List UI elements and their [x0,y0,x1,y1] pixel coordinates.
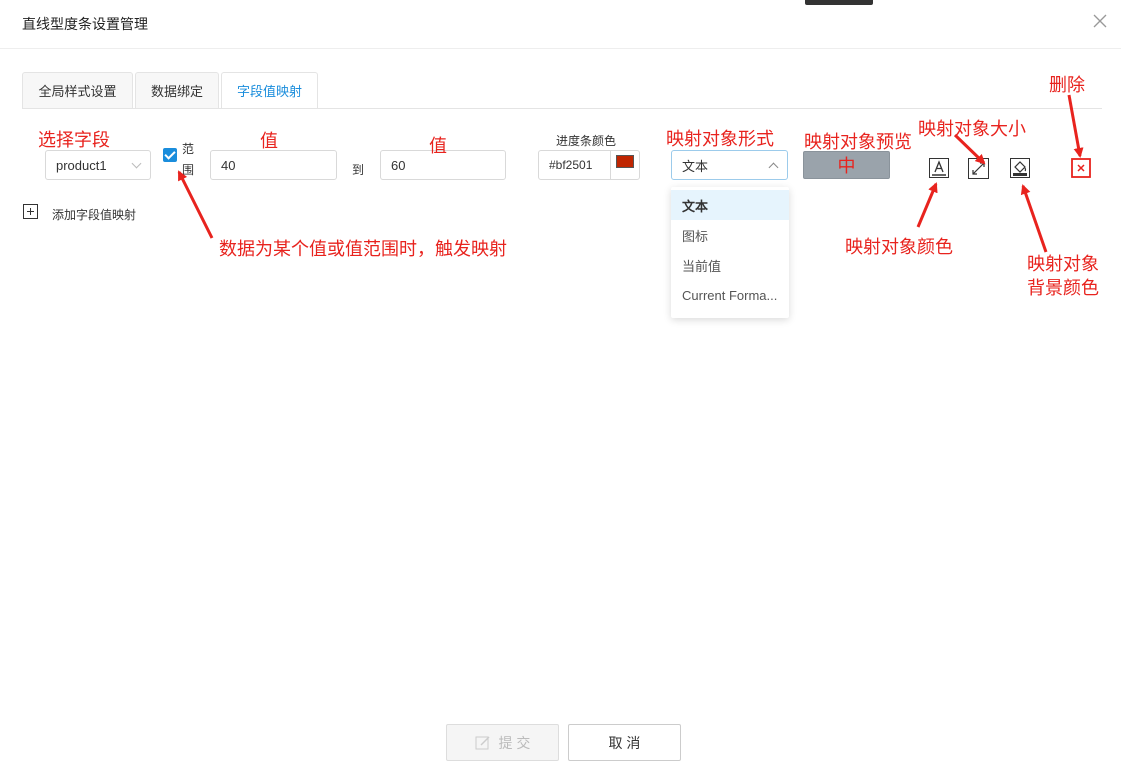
close-icon[interactable] [1091,12,1109,30]
anno-mapping-color: 映射对象颜色 [845,237,953,258]
color-divider [610,151,611,179]
anno-select-field: 选择字段 [38,130,110,151]
tab-field-mapping[interactable]: 字段值映射 [221,72,318,109]
add-mapping-label[interactable]: 添加字段值映射 [52,206,136,223]
value-from-text: 40 [221,157,236,173]
mapping-preview: 中 [803,151,890,179]
anno-delete: 删除 [1049,75,1085,96]
color-swatch[interactable] [616,155,634,168]
anno-value-1: 值 [260,131,278,152]
value-to-text: 60 [391,157,406,173]
anno-mapping-bg-1: 映射对象 [1027,254,1099,275]
chevron-up-icon [768,162,779,173]
paint-bucket-icon[interactable] [1010,158,1030,178]
anno-mapping-preview: 映射对象预览 [804,132,912,153]
tab-global-style[interactable]: 全局样式设置 [22,72,133,109]
mapping-type-dropdown: 文本 图标 当前值 Current Forma... [671,187,789,318]
range-label-2: 围 [182,163,195,177]
option-icon[interactable]: 图标 [671,220,789,250]
tab-data-binding[interactable]: 数据绑定 [135,72,219,109]
dialog-title: 直线型度条设置管理 [22,16,148,32]
anno-mapping-form: 映射对象形式 [666,129,774,150]
field-select-value: product1 [56,157,107,173]
submit-label: 提 交 [498,734,531,751]
tab-divider [22,108,1102,109]
delete-icon[interactable] [1071,158,1091,178]
anno-range-trigger: 数据为某个值或值范围时，触发映射 [219,239,507,260]
anno-mapping-bg-2: 背景颜色 [1027,278,1099,299]
submit-button[interactable]: 提 交 [446,724,559,761]
font-color-icon[interactable] [929,158,949,178]
range-label-1: 范 [182,142,195,156]
range-checkbox[interactable] [163,148,177,162]
value-from-input[interactable]: 40 [210,150,337,180]
option-text[interactable]: 文本 [671,190,789,220]
progress-color-value: #bf2501 [549,158,593,172]
plus-square-icon[interactable] [23,204,38,219]
mapping-type-select[interactable]: 文本 [671,150,788,180]
progress-color-label: 进度条颜色 [556,134,617,148]
field-select[interactable]: product1 [45,150,151,180]
cancel-button[interactable]: 取 消 [568,724,681,761]
chevron-down-icon [131,158,142,169]
anno-value-2: 值 [429,136,447,157]
preview-text: 中 [837,156,856,176]
option-current-value[interactable]: 当前值 [671,250,789,280]
edit-icon [475,736,490,749]
resize-icon[interactable] [968,158,989,179]
top-indicator [805,0,873,5]
header-divider [0,48,1121,49]
mapping-type-value: 文本 [682,158,709,174]
anno-mapping-size: 映射对象大小 [918,119,1026,140]
to-label: 到 [352,163,365,177]
option-current-format[interactable]: Current Forma... [671,280,789,310]
